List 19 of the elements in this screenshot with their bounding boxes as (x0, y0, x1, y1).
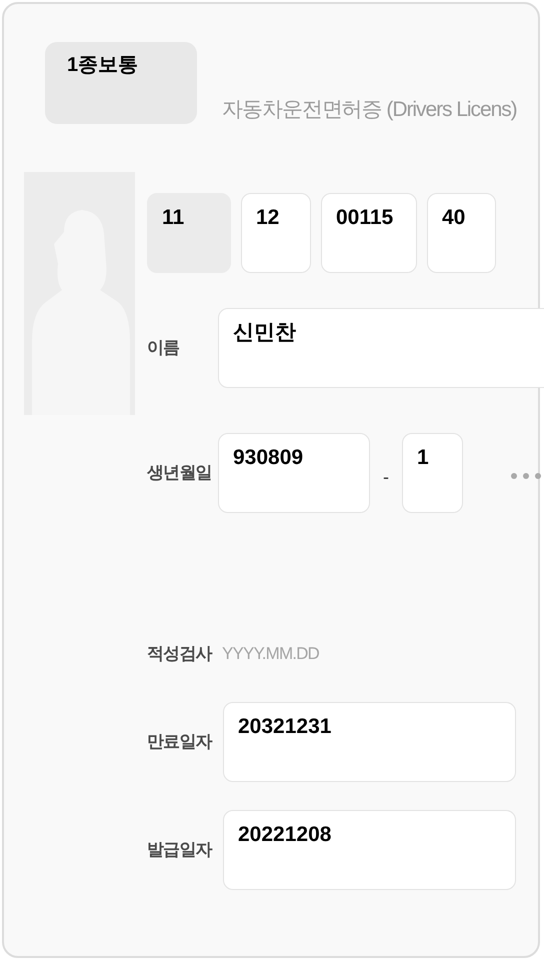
license-number-field[interactable]: 40 (427, 192, 496, 272)
license-number-field[interactable]: 12 (241, 192, 311, 272)
masked-digits-icon (511, 472, 544, 478)
expiry-date-field[interactable]: 20321231 (223, 702, 516, 782)
aptitude-test-date-input[interactable]: YYYY.MM.DD (222, 640, 422, 666)
field-label: 만료일자 (147, 731, 214, 754)
card-title: 자동차운전면허증 (Drivers Licens) (222, 97, 517, 123)
field-label: 생년월일 (147, 462, 213, 484)
license-number-field[interactable]: 11 (147, 192, 231, 272)
name-field[interactable]: 신민찬 (218, 308, 544, 388)
gender-digit-field[interactable]: 1 (402, 432, 463, 512)
birth-date-field[interactable]: 930809 (218, 432, 370, 512)
field-label: 이름 (147, 336, 180, 359)
license-number-field[interactable]: 00115 (321, 192, 417, 272)
field-label: 발급일자 (147, 839, 214, 862)
field-label: 적성검사 (147, 642, 214, 664)
license-class-badge: 1종보통 (45, 42, 197, 124)
separator: - (383, 466, 389, 489)
issue-date-field[interactable]: 20221208 (223, 810, 516, 890)
